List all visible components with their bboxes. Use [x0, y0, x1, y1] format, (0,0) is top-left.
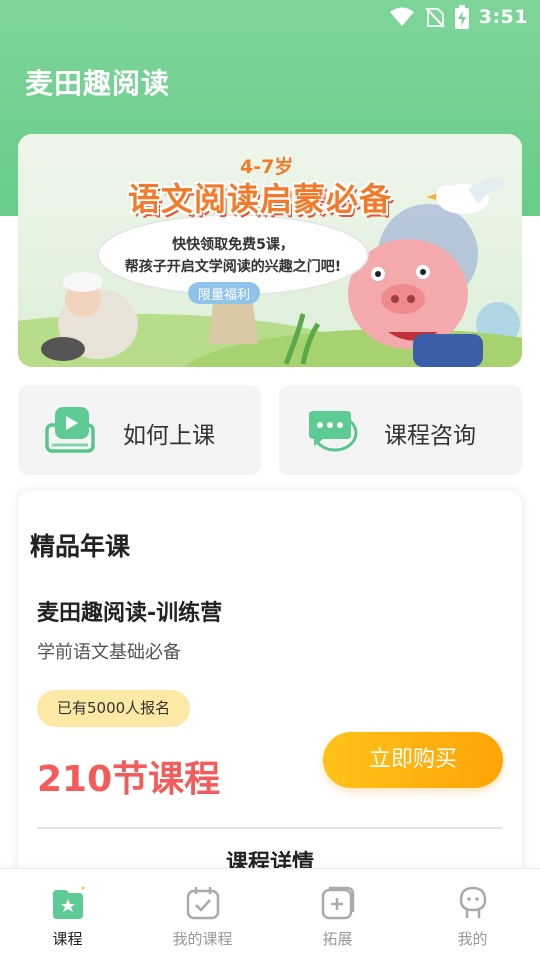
tab-course-label: 课程 [52, 930, 83, 948]
wifi-icon [389, 7, 414, 26]
status-time: 3:51 [478, 6, 528, 28]
course-name[interactable]: 麦田趣阅读-训练营 [37, 595, 222, 627]
course-subtitle: 学前语文基础必备 [37, 642, 181, 663]
tab-my-courses-label: 我的课程 [172, 930, 233, 948]
no-sim-icon [425, 7, 445, 28]
lesson-count: 210节课程 [37, 759, 221, 800]
banner-line1: 快快领取免费5课， [172, 237, 294, 253]
banner-headline: 语文阅读启蒙必备 [128, 180, 393, 218]
enroll-count-badge: 已有5000人报名 [37, 690, 191, 727]
course-consult-label: 课程咨询 [384, 423, 476, 449]
status-bar: 3:51 [0, 0, 540, 36]
chat-bubble-icon [309, 411, 358, 452]
bottom-tab-bar: 课程 我的课程 拓展 我的 [0, 868, 540, 960]
tab-my-courses[interactable]: 我的课程 [135, 869, 270, 960]
tab-explore[interactable]: 拓展 [270, 869, 405, 960]
how-to-attend-button[interactable]: 如何上课 [18, 385, 261, 475]
tab-explore-label: 拓展 [322, 930, 353, 948]
featured-course-card: 精品年课 麦田趣阅读-训练营 学前语文基础必备 已有5000人报名 210节课程… [18, 490, 522, 910]
tab-mine[interactable]: 我的 [405, 869, 540, 960]
banner-tag: 限量福利 [197, 288, 250, 303]
video-lesson-icon [45, 407, 95, 453]
add-square-icon [321, 886, 354, 920]
section-title: 精品年课 [30, 532, 131, 561]
battery-charging-icon [454, 5, 469, 29]
calendar-check-icon [186, 887, 219, 920]
promo-banner[interactable]: 4-7岁 语文阅读启蒙必备 快快领取免费5课， 帮孩子开启文学阅读的兴趣之门吧!… [18, 134, 522, 367]
app-title: 麦田趣阅读 [25, 67, 171, 100]
buy-now-button[interactable]: 立即购买 [323, 732, 503, 788]
user-avatar-icon [459, 886, 486, 918]
how-to-attend-label: 如何上课 [123, 423, 215, 449]
course-consult-button[interactable]: 课程咨询 [279, 385, 522, 475]
divider [37, 827, 503, 829]
banner-line2: 帮孩子开启文学阅读的兴趣之门吧! [124, 259, 342, 275]
tab-course[interactable]: 课程 [0, 869, 135, 960]
course-star-icon [52, 886, 84, 919]
tab-mine-label: 我的 [457, 930, 488, 948]
